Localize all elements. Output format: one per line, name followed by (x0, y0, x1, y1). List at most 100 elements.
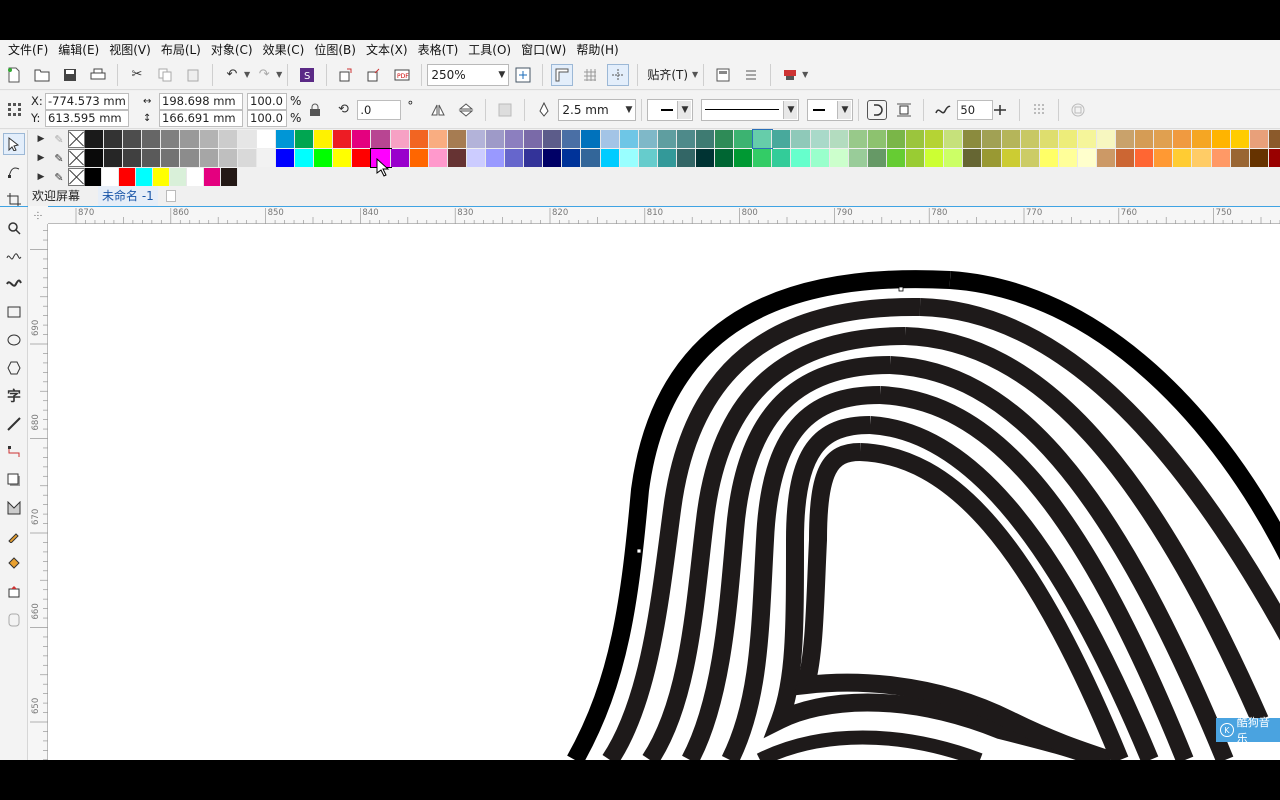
drop-shadow-tool-icon[interactable] (3, 469, 25, 491)
import-icon[interactable] (335, 64, 357, 86)
color-swatch[interactable] (963, 130, 983, 148)
show-guidelines-icon[interactable] (607, 63, 630, 86)
color-swatch[interactable] (1020, 130, 1040, 148)
color-swatch[interactable] (524, 149, 544, 167)
color-swatch[interactable] (428, 130, 448, 148)
menu-object[interactable]: 对象(C) (207, 40, 257, 60)
polygon-tool-icon[interactable] (3, 357, 25, 379)
color-swatch[interactable] (715, 130, 735, 148)
mirror-horizontal-icon[interactable] (427, 99, 449, 121)
color-swatch[interactable] (619, 130, 639, 148)
color-swatch[interactable] (85, 149, 105, 167)
rectangle-tool-icon[interactable] (3, 301, 25, 323)
x-position-field[interactable]: -774.573 mm (45, 92, 129, 110)
color-swatch[interactable] (295, 149, 315, 167)
color-swatch[interactable] (600, 149, 620, 167)
copy-icon[interactable] (154, 64, 176, 86)
color-swatch[interactable] (275, 130, 296, 148)
transparency-tool-icon[interactable] (3, 497, 25, 519)
palette-expand-icon[interactable]: ▶ (32, 168, 50, 186)
color-swatch[interactable] (142, 149, 162, 167)
selected-node-handle[interactable] (978, 279, 984, 285)
shape-tool-icon[interactable] (3, 161, 25, 183)
color-swatch[interactable] (85, 168, 102, 186)
end-arrowhead-select[interactable]: ▼ (807, 98, 854, 121)
color-swatch[interactable] (867, 149, 887, 167)
color-swatch[interactable] (221, 168, 238, 186)
color-swatch[interactable] (153, 168, 170, 186)
color-swatch[interactable] (466, 130, 486, 148)
color-swatch[interactable] (1039, 130, 1059, 148)
rotation-angle-field[interactable]: .0 (357, 99, 402, 120)
color-swatch[interactable] (447, 149, 467, 167)
color-swatch[interactable] (906, 130, 926, 148)
zoom-level-select[interactable]: 250% ▼ (427, 63, 510, 86)
color-swatch[interactable] (142, 130, 162, 148)
color-swatch[interactable] (1211, 130, 1231, 148)
color-swatch[interactable] (390, 149, 410, 167)
artistic-media-tool-icon[interactable] (3, 273, 25, 295)
color-swatch[interactable] (829, 130, 849, 148)
color-swatch[interactable] (886, 130, 907, 148)
grid-align-icon[interactable] (1028, 99, 1050, 121)
color-swatch[interactable] (657, 149, 677, 167)
color-swatch[interactable] (734, 149, 754, 167)
menu-help[interactable]: 帮助(H) (572, 40, 622, 60)
color-swatch[interactable] (676, 149, 696, 167)
scale-width-field[interactable]: 100.0 (247, 92, 287, 110)
color-swatch[interactable] (123, 130, 143, 148)
line-style-select[interactable]: ▼ (701, 98, 800, 121)
crop-tool-icon[interactable] (3, 189, 25, 211)
undo-dropdown-icon[interactable]: ▼ (244, 70, 250, 79)
color-swatch[interactable] (982, 130, 1002, 148)
color-swatch[interactable] (104, 130, 124, 148)
drawing-canvas[interactable]: K 酷狗音乐 (48, 224, 1280, 760)
color-swatch[interactable] (1135, 130, 1155, 148)
color-swatch[interactable] (1249, 149, 1269, 167)
color-swatch[interactable] (562, 130, 582, 148)
color-swatch[interactable] (1249, 130, 1269, 148)
save-icon[interactable] (59, 64, 81, 86)
color-swatch[interactable] (638, 149, 658, 167)
color-swatch[interactable] (1192, 149, 1212, 167)
color-swatch[interactable] (829, 149, 849, 167)
welcome-screen-icon[interactable] (712, 64, 734, 86)
no-color-swatch[interactable] (68, 168, 85, 186)
undo-icon[interactable]: ↶ (221, 64, 243, 86)
redo-dropdown-icon[interactable]: ▼ (276, 70, 282, 79)
outline-width-select[interactable]: 2.5 mm ▼ (558, 98, 637, 121)
color-swatch[interactable] (199, 130, 219, 148)
color-swatch[interactable] (906, 149, 926, 167)
color-swatch[interactable] (810, 130, 830, 148)
color-swatch[interactable] (1058, 149, 1078, 167)
color-swatch[interactable] (696, 130, 716, 148)
color-swatch[interactable] (409, 149, 429, 167)
color-swatch[interactable] (1173, 130, 1193, 148)
color-swatch[interactable] (256, 149, 276, 167)
search-content-icon[interactable]: S (296, 64, 318, 86)
color-swatch[interactable] (1268, 130, 1280, 148)
quick-customize-icon[interactable] (494, 99, 516, 121)
color-swatch[interactable] (314, 149, 334, 167)
parallel-dimension-tool-icon[interactable] (3, 413, 25, 435)
color-swatch[interactable] (752, 129, 774, 149)
color-swatch[interactable] (485, 130, 506, 148)
color-swatch[interactable] (104, 149, 124, 167)
color-swatch[interactable] (696, 149, 716, 167)
color-swatch[interactable] (447, 130, 467, 148)
color-swatch[interactable] (1020, 149, 1040, 167)
color-swatch[interactable] (161, 149, 181, 167)
tab-untitled-1[interactable]: 未命名 -1 (98, 186, 158, 206)
palette-expand-icon[interactable]: ▶ (32, 130, 50, 148)
color-swatch[interactable] (810, 149, 830, 167)
color-swatch[interactable] (1096, 149, 1117, 167)
text-tool-icon[interactable]: 字 (3, 385, 25, 407)
tab-welcome-screen[interactable]: 欢迎屏幕 (28, 186, 84, 206)
menu-bitmaps[interactable]: 位图(B) (310, 40, 360, 60)
menu-view[interactable]: 视图(V) (105, 40, 155, 60)
color-swatch[interactable] (352, 130, 372, 148)
color-swatch[interactable] (1077, 149, 1097, 167)
color-swatch[interactable] (581, 130, 601, 148)
color-swatch[interactable] (409, 130, 429, 148)
color-swatch[interactable] (600, 130, 620, 148)
